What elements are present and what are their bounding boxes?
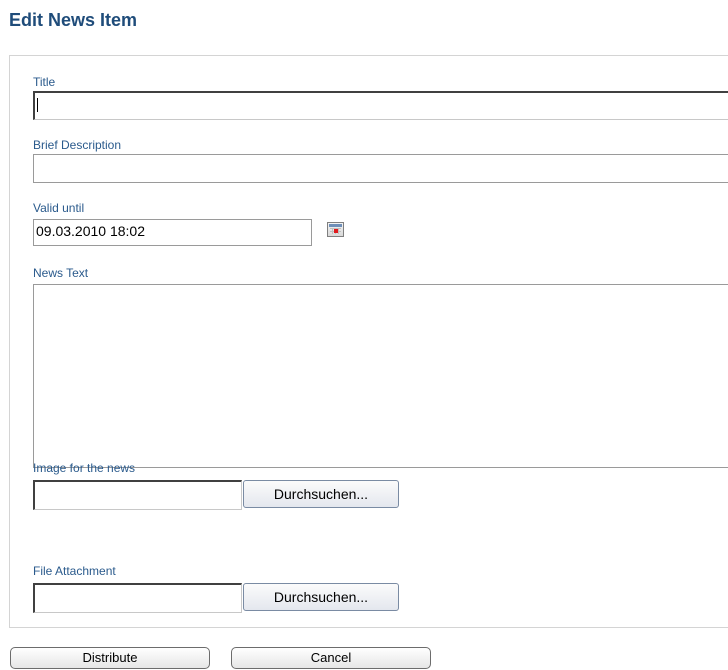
news-form-panel: Title Brief Description Valid until 09.0… [9, 55, 728, 628]
brief-description-label: Brief Description [33, 138, 122, 152]
file-attachment-label: File Attachment [33, 564, 116, 578]
cancel-button[interactable]: Cancel [231, 647, 431, 669]
distribute-button[interactable]: Distribute [10, 647, 210, 669]
calendar-icon[interactable] [327, 222, 344, 237]
image-file-input[interactable] [33, 480, 242, 510]
image-label: Image for the news [33, 461, 136, 475]
text-caret [37, 97, 38, 112]
image-browse-button[interactable]: Durchsuchen... [243, 480, 399, 508]
title-label: Title [33, 75, 56, 89]
valid-until-value: 09.03.2010 18:02 [36, 223, 145, 239]
brief-description-input[interactable] [33, 154, 728, 183]
page-title: Edit News Item [9, 10, 138, 30]
title-input[interactable] [33, 91, 728, 120]
attachment-file-input[interactable] [33, 583, 242, 613]
edit-news-page: Edit News Item Title Brief Description V… [0, 0, 728, 670]
attachment-browse-button[interactable]: Durchsuchen... [243, 583, 399, 611]
valid-until-label: Valid until [33, 201, 85, 215]
news-text-label: News Text [33, 266, 89, 280]
valid-until-input[interactable]: 09.03.2010 18:02 [33, 219, 312, 246]
news-text-area[interactable] [33, 284, 728, 468]
